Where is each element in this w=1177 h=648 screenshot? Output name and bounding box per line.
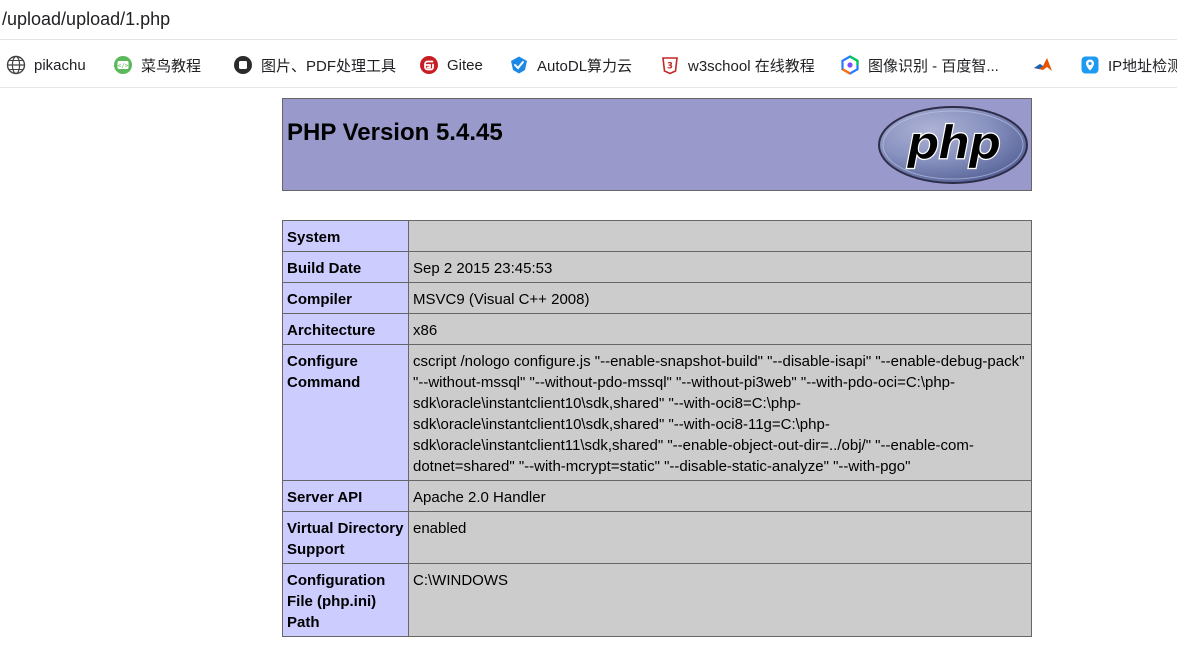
phpinfo-header: PHP Version 5.4.45 php bbox=[282, 98, 1032, 191]
address-bar[interactable]: /upload/upload/1.php bbox=[0, 0, 1177, 40]
bookmark-autodl[interactable]: AutoDL算力云 bbox=[509, 52, 632, 78]
bookmark-matlab[interactable] bbox=[1033, 52, 1061, 78]
row-label: Architecture bbox=[282, 313, 409, 345]
row-value: x86 bbox=[408, 313, 1032, 345]
globe-icon bbox=[6, 55, 26, 75]
table-row: Build Date Sep 2 2015 23:45:53 bbox=[282, 251, 1032, 283]
bookmark-label: 图像识别 - 百度智... bbox=[868, 57, 999, 75]
bookmark-ip-check[interactable]: IP地址检测 bbox=[1080, 52, 1177, 78]
bookmark-gitee[interactable]: Gitee bbox=[419, 52, 483, 78]
url-text[interactable]: /upload/upload/1.php bbox=[2, 9, 170, 30]
bookmark-label: w3school 在线教程 bbox=[688, 57, 815, 75]
bookmark-baidu-ai[interactable]: 图像识别 - 百度智... bbox=[840, 52, 999, 78]
phpinfo-table: System Build Date Sep 2 2015 23:45:53 Co… bbox=[282, 220, 1032, 637]
bookmark-label: IP地址检测 bbox=[1108, 57, 1177, 75]
row-label: Configure Command bbox=[282, 344, 409, 481]
table-row: Server API Apache 2.0 Handler bbox=[282, 480, 1032, 512]
bookmark-label: pikachu bbox=[34, 56, 86, 74]
row-label: Server API bbox=[282, 480, 409, 512]
svg-text:</>: </> bbox=[118, 63, 129, 70]
svg-text:3: 3 bbox=[667, 62, 673, 72]
row-label: Compiler bbox=[282, 282, 409, 314]
row-value: enabled bbox=[408, 511, 1032, 564]
row-label: Build Date bbox=[282, 251, 409, 283]
bookmark-label: Gitee bbox=[447, 56, 483, 74]
bookmarks-bar: pikachu </> 菜鸟教程 图片、PDF处理工具 Gitee AutoDL… bbox=[0, 40, 1177, 88]
bookmark-label: 菜鸟教程 bbox=[141, 57, 202, 75]
circle-square-icon bbox=[234, 56, 252, 74]
row-label: Virtual Directory Support bbox=[282, 511, 409, 564]
table-row: Configure Command cscript /nologo config… bbox=[282, 344, 1032, 481]
php-logo: php bbox=[878, 106, 1028, 184]
bookmark-pikachu[interactable]: pikachu bbox=[6, 52, 86, 78]
row-value bbox=[408, 220, 1032, 252]
table-row: Configuration File (php.ini) Path C:\WIN… bbox=[282, 563, 1032, 637]
row-value: cscript /nologo configure.js "--enable-s… bbox=[408, 344, 1032, 481]
autodl-icon bbox=[511, 56, 527, 74]
row-value: Sep 2 2015 23:45:53 bbox=[408, 251, 1032, 283]
bookmark-label: 图片、PDF处理工具 bbox=[261, 57, 397, 75]
baidu-ai-icon bbox=[841, 55, 859, 75]
table-row: Architecture x86 bbox=[282, 313, 1032, 345]
row-value: MSVC9 (Visual C++ 2008) bbox=[408, 282, 1032, 314]
bookmark-w3school[interactable]: 3 w3school 在线教程 bbox=[660, 52, 815, 78]
row-value: Apache 2.0 Handler bbox=[408, 480, 1032, 512]
matlab-icon bbox=[1034, 58, 1052, 71]
gitee-icon bbox=[420, 56, 438, 74]
row-label: System bbox=[282, 220, 409, 252]
bookmark-runoob[interactable]: </> 菜鸟教程 bbox=[113, 52, 201, 78]
table-row: Virtual Directory Support enabled bbox=[282, 511, 1032, 564]
runoob-icon: </> bbox=[114, 56, 132, 74]
page-title: PHP Version 5.4.45 bbox=[287, 119, 503, 146]
row-label: Configuration File (php.ini) Path bbox=[282, 563, 409, 637]
php-logo-text: php bbox=[906, 116, 1001, 170]
ip-location-icon bbox=[1081, 56, 1099, 74]
table-row: System bbox=[282, 220, 1032, 252]
bookmark-pdf-tools[interactable]: 图片、PDF处理工具 bbox=[233, 52, 396, 78]
table-row: Compiler MSVC9 (Visual C++ 2008) bbox=[282, 282, 1032, 314]
row-value: C:\WINDOWS bbox=[408, 563, 1032, 637]
w3school-icon: 3 bbox=[662, 57, 678, 75]
bookmark-label: AutoDL算力云 bbox=[537, 57, 633, 75]
